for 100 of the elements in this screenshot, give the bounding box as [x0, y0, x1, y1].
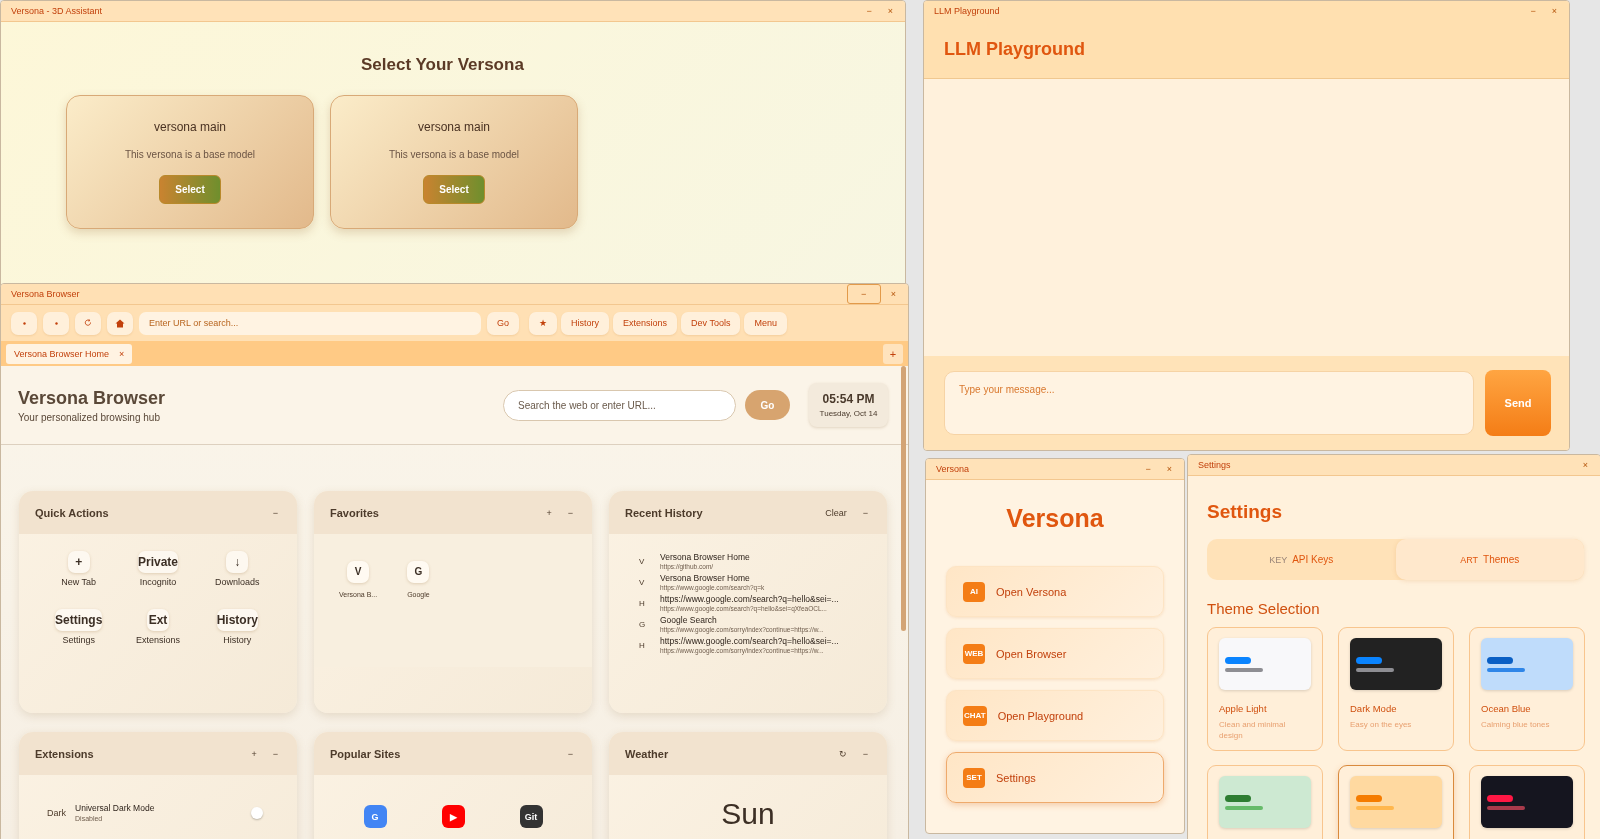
persona-description: This versona is a base model — [124, 149, 256, 160]
widget-action-button[interactable]: − — [857, 507, 873, 518]
close-tab-button[interactable]: × — [119, 348, 125, 359]
quick-action[interactable]: Ext Extensions — [118, 609, 198, 645]
menu-label: Open Playground — [997, 709, 1084, 722]
menu-badge: WEB — [963, 643, 985, 664]
quick-action[interactable]: Settings Settings — [39, 609, 119, 645]
back-button[interactable] — [11, 311, 37, 335]
search-field[interactable]: Search the web or enter URL... — [503, 389, 736, 421]
widget-title: Favorites — [330, 506, 379, 519]
window-control[interactable]: − — [846, 284, 881, 304]
go-button[interactable]: Go — [487, 311, 519, 335]
menu-item[interactable]: CHAT Open Playground — [946, 690, 1164, 741]
window-control[interactable]: × — [1576, 460, 1594, 470]
quick-action[interactable]: Private Incognito — [118, 551, 198, 587]
window-control[interactable]: × — [1160, 464, 1178, 474]
window-title: Versona - 3D Assistant — [11, 6, 103, 16]
toolbar-button[interactable]: History — [561, 311, 610, 335]
window-control[interactable]: − — [860, 6, 878, 16]
settings-tab[interactable]: KEY API Keys — [1207, 539, 1396, 580]
menu-item[interactable]: WEB Open Browser — [946, 628, 1164, 679]
history-title[interactable]: Versona Browser Home — [660, 552, 750, 562]
toolbar-button[interactable]: ★ — [529, 311, 557, 335]
window-control[interactable]: − — [1524, 6, 1542, 16]
action-label: Extensions — [135, 635, 180, 645]
dot-icon — [54, 321, 58, 325]
window-control[interactable]: × — [884, 284, 902, 304]
select-button[interactable]: Select — [423, 175, 485, 204]
quick-action[interactable]: + New Tab — [39, 551, 119, 587]
widget-title: Recent History — [625, 506, 703, 519]
settings-tab[interactable]: ART Themes — [1395, 539, 1584, 580]
toolbar-button[interactable]: Extensions — [613, 311, 678, 335]
history-icon: H — [639, 598, 647, 608]
toolbar-button[interactable]: Dev Tools — [681, 311, 741, 335]
page-title: Versona Browser — [18, 387, 166, 409]
history-title[interactable]: Versona Browser Home — [660, 573, 765, 583]
home-button[interactable] — [107, 311, 133, 335]
widget-title: Extensions — [35, 747, 94, 760]
widget-action-button[interactable]: Clear — [820, 507, 852, 518]
quick-action[interactable]: History History — [197, 609, 277, 645]
home-icon — [115, 318, 125, 328]
site-icon[interactable]: G — [363, 805, 387, 828]
reload-button[interactable] — [75, 311, 101, 335]
history-title[interactable]: Google Search — [660, 615, 824, 625]
widget-action-button[interactable]: − — [267, 507, 283, 518]
extension-name: Universal Dark Mode — [75, 803, 156, 813]
favorite-icon: G — [407, 561, 430, 583]
theme-card[interactable]: Ocean Blue Calming blue tones — [1469, 627, 1585, 751]
quick-action[interactable]: ↓ Downloads — [197, 551, 277, 587]
action-icon: Settings — [55, 609, 103, 631]
page-heading: Settings — [1207, 501, 1283, 523]
widget-title: Quick Actions — [35, 506, 109, 519]
toolbar-button[interactable]: Menu — [744, 311, 787, 335]
site-icon[interactable]: ▶ — [441, 805, 465, 828]
history-icon: V — [639, 556, 647, 566]
message-input[interactable]: Type your message... — [944, 371, 1474, 435]
page-heading: LLM Playground — [944, 39, 1085, 60]
theme-name: Apple Light — [1219, 703, 1268, 714]
scrollbar-thumb[interactable] — [901, 366, 906, 631]
browser-tab[interactable]: Versona Browser Home × — [6, 343, 133, 364]
new-tab-button[interactable]: + — [883, 343, 903, 364]
select-button[interactable]: Select — [159, 175, 221, 204]
widget-action-button[interactable]: ↻ — [833, 748, 852, 759]
widget-action-button[interactable]: − — [562, 507, 578, 518]
forward-button[interactable] — [43, 311, 69, 335]
history-title[interactable]: https://www.google.com/search?q=hello&sei=... — [660, 636, 839, 646]
menu-item[interactable]: SET Settings — [946, 752, 1164, 803]
history-title[interactable]: https://www.google.com/search?q=hello&sei=... — [660, 594, 839, 604]
weather-condition: Sun — [721, 797, 775, 831]
window-control[interactable]: − — [1139, 464, 1157, 474]
widget-action-button[interactable]: + — [541, 507, 557, 518]
window-title: LLM Playground — [934, 6, 1000, 16]
window-control[interactable]: × — [1545, 6, 1563, 16]
history-icon: H — [639, 640, 647, 650]
widget-action-button[interactable]: + — [246, 748, 262, 759]
page-subtitle: Your personalized browsing hub — [18, 411, 161, 423]
widget-action-button[interactable]: − — [562, 748, 578, 759]
widget-action-button[interactable]: − — [857, 748, 873, 759]
extension-icon: Dark — [47, 807, 66, 818]
section-heading: Theme Selection — [1207, 600, 1321, 617]
menu-item[interactable]: AI Open Versona — [946, 566, 1164, 617]
page-heading: Select Your Versona — [360, 55, 525, 75]
theme-name: Dark Mode — [1350, 703, 1398, 714]
history-icon: V — [639, 577, 647, 587]
window-title: Settings — [1198, 460, 1231, 470]
tab-label: Themes — [1483, 554, 1520, 565]
theme-name: Ocean Blue — [1481, 703, 1532, 714]
widget-title: Popular Sites — [330, 747, 401, 760]
theme-card[interactable]: Apple Light Clean and minimal design — [1207, 627, 1323, 751]
menu-label: Open Browser — [996, 647, 1067, 660]
action-icon: Private — [137, 551, 178, 573]
window-control[interactable]: × — [881, 6, 899, 16]
tab-label: API Keys — [1292, 554, 1334, 565]
site-icon[interactable]: Git — [519, 805, 543, 828]
widget-title: Weather — [625, 747, 669, 760]
favorite-icon: V — [347, 561, 370, 583]
persona-name: versona main — [417, 120, 490, 134]
widget-action-button[interactable]: − — [267, 748, 283, 759]
url-field[interactable]: Enter URL or search... — [139, 311, 481, 335]
theme-card[interactable]: Dark Mode Easy on the eyes — [1338, 627, 1454, 751]
